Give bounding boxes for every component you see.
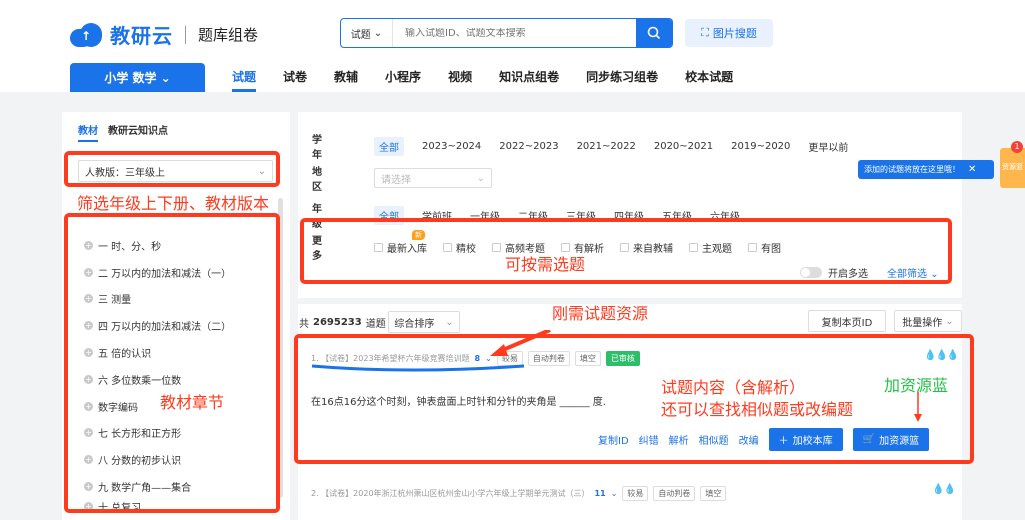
- search-icon: [647, 26, 661, 40]
- year-option[interactable]: 2019~2020: [731, 141, 790, 152]
- year-option[interactable]: 2021~2022: [577, 141, 636, 152]
- type-tag: 填空: [700, 486, 727, 501]
- count-value: 2695233: [313, 317, 362, 328]
- annotation-box-edition: [64, 151, 280, 187]
- count-prefix: 共: [299, 319, 309, 330]
- logo-subtitle: 题库组卷: [198, 26, 259, 44]
- nav-item-textbooks[interactable]: 教辅: [334, 68, 358, 92]
- nav-item-sync-practice[interactable]: 同步练习组卷: [586, 68, 658, 92]
- year-option[interactable]: 2020~2021: [654, 141, 713, 152]
- subject-label: 小学 数学: [104, 71, 157, 85]
- basket-label: 资源篮: [1002, 163, 1023, 171]
- filter-region-row: 地 区 请选择 ⌄: [312, 163, 492, 193]
- nav-item-school-questions[interactable]: 校本试题: [685, 68, 733, 92]
- logo-text: 教研云: [110, 24, 173, 48]
- annotation-filter: 可按需选题: [505, 255, 586, 274]
- logo[interactable]: ↑ 教研云 题库组卷: [70, 20, 258, 49]
- nav-item-papers[interactable]: 试卷: [283, 68, 307, 92]
- subject-select[interactable]: 小学 数学 ⌄: [70, 63, 205, 92]
- chevron-down-icon: ⌄: [160, 70, 171, 85]
- annotation-content-1: 试题内容（含解析）: [661, 378, 806, 397]
- search-button[interactable]: [636, 19, 672, 47]
- search-type-select[interactable]: 试题 ⌄: [341, 19, 393, 47]
- close-icon[interactable]: ✕: [968, 164, 976, 175]
- region-select[interactable]: 请选择 ⌄: [374, 168, 492, 188]
- copy-page-label: 复制本页ID: [821, 317, 873, 329]
- annotation-arrow-basket: [914, 392, 922, 422]
- sidebar-tabs: 教材 教研云知识点: [78, 122, 168, 137]
- tab-textbook[interactable]: 教材: [78, 122, 98, 137]
- scan-icon: ⛶: [701, 26, 709, 39]
- filter-label: 学 年: [312, 135, 336, 161]
- search-input[interactable]: [393, 27, 636, 39]
- nav-item-knowledge-paper[interactable]: 知识点组卷: [499, 68, 559, 92]
- year-option[interactable]: 更早以前: [808, 139, 848, 154]
- hot-icon: 💧💧: [932, 484, 956, 495]
- question-meta: 2. 【试卷】2020年浙江杭州萧山区杭州金山小学六年级上学期单元测试（三） 1…: [311, 486, 727, 501]
- year-option[interactable]: 2022~2023: [499, 141, 558, 152]
- result-count: 共 2695233 道题: [299, 315, 386, 330]
- annotation-resource: 刚需试题资源: [552, 304, 649, 323]
- annotation-chapters: 教材章节: [160, 393, 225, 412]
- nav-item-video[interactable]: 视频: [448, 68, 472, 92]
- chevron-down-icon: ⌄: [445, 316, 454, 328]
- year-option[interactable]: 全部: [374, 136, 404, 156]
- nav-item-questions[interactable]: 试题: [232, 68, 257, 92]
- tab-knowledge-points[interactable]: 教研云知识点: [108, 122, 168, 137]
- chevron-down-icon: ⌄: [945, 315, 954, 327]
- nav-item-miniprogram[interactable]: 小程序: [385, 68, 421, 92]
- copy-page-id-button[interactable]: 复制本页ID: [808, 310, 886, 332]
- image-search-label: 图片搜题: [712, 27, 757, 40]
- image-search-button[interactable]: ⛶ 图片搜题: [685, 19, 773, 47]
- batch-label: 批量操作: [902, 317, 943, 329]
- chevron-down-icon: ⌄: [476, 172, 485, 184]
- difficulty-tag: 较易: [622, 486, 649, 501]
- batch-actions-button[interactable]: 批量操作 ⌄: [894, 310, 962, 332]
- annotation-box-chapters: [64, 213, 280, 513]
- filter-year-row: 学 年 全部 2023~2024 2022~2023 2021~2022 202…: [312, 131, 866, 161]
- region-placeholder: 请选择: [381, 174, 411, 186]
- main-nav: 试题 试卷 教辅 小程序 视频 知识点组卷 同步练习组卷 校本试题: [232, 68, 760, 92]
- chevron-down-icon: ⌄: [373, 27, 383, 39]
- logo-divider: [185, 25, 186, 44]
- year-option[interactable]: 2023~2024: [422, 141, 481, 152]
- tab-indicator: [78, 140, 98, 142]
- annotation-arrow-underline: [311, 330, 551, 372]
- annotation-box-filter: [300, 218, 952, 284]
- annotation-edition: 筛选年级上下册、教材版本: [77, 194, 270, 213]
- search-type-label: 试题: [350, 29, 371, 41]
- annotation-content-2: 还可以查找相似题或改编题: [661, 400, 854, 419]
- question-count[interactable]: 11: [595, 489, 606, 498]
- cloud-logo-icon: ↑: [70, 22, 104, 47]
- resource-basket[interactable]: 资源篮: [1000, 148, 1025, 188]
- basket-count-badge: 1: [1011, 141, 1023, 153]
- tooltip-text: 添加的试题将放在这里哦！: [864, 165, 960, 174]
- autograde-tag: 自动判卷: [653, 486, 696, 501]
- basket-tooltip: 添加的试题将放在这里哦！ ✕: [858, 160, 994, 179]
- question-source[interactable]: 2. 【试卷】2020年浙江杭州萧山区杭州金山小学六年级上学期单元测试（三）: [311, 488, 590, 499]
- sort-label: 综合排序: [394, 318, 435, 330]
- search-bar: 试题 ⌄: [340, 18, 673, 48]
- count-suffix: 道题: [365, 319, 386, 330]
- chevron-down-icon: ⌄: [610, 489, 618, 498]
- filter-label: 地 区: [312, 167, 336, 193]
